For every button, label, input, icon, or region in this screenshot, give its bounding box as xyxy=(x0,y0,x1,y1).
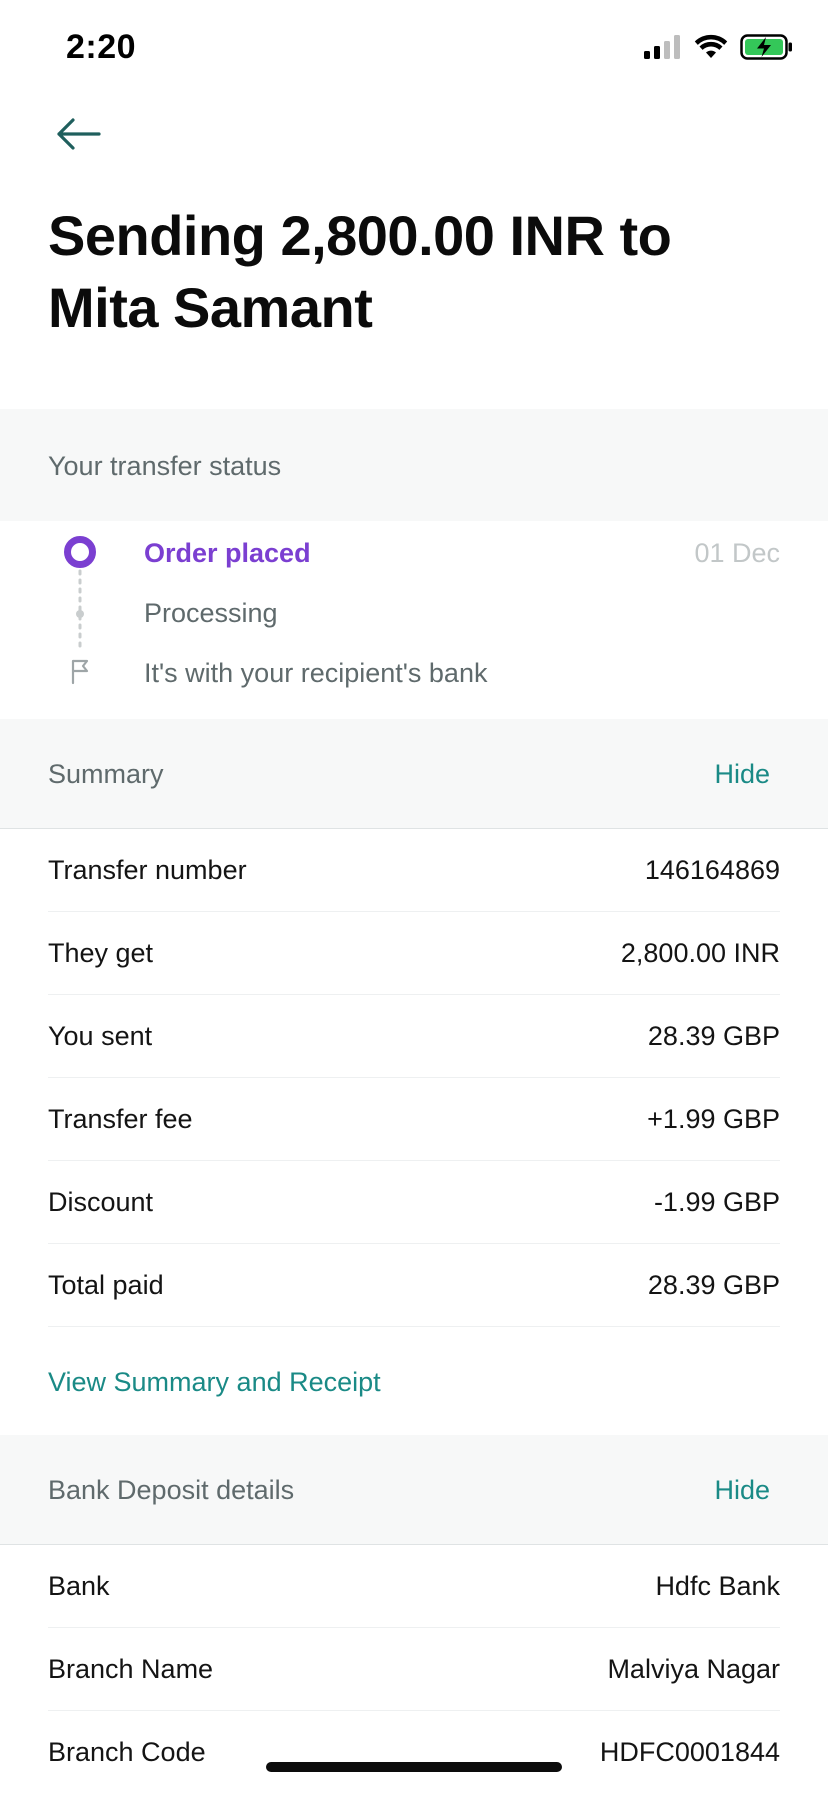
wifi-icon xyxy=(694,34,728,65)
page-title: Sending 2,800.00 INR to Mita Samant xyxy=(48,204,672,339)
row-value: +1.99 GBP xyxy=(647,1103,780,1134)
timeline-track xyxy=(64,536,96,685)
timeline-step-processing: Processing xyxy=(144,598,278,628)
transfer-status-header: Your transfer status xyxy=(0,409,828,521)
row-label: You sent xyxy=(48,1020,153,1051)
status-bar: 2:20 xyxy=(0,0,828,100)
row-value: Malviya Nagar xyxy=(607,1653,780,1684)
summary-row-transfer-fee: Transfer fee +1.99 GBP xyxy=(48,1078,780,1161)
row-label: Branch Name xyxy=(48,1653,214,1684)
summary-label: Summary xyxy=(48,759,164,789)
bank-row-branch-name: Branch Name Malviya Nagar xyxy=(48,1628,780,1711)
bank-row-branch-code: Branch Code HDFC0001844 xyxy=(48,1711,780,1794)
flag-icon xyxy=(71,659,89,685)
row-label: Transfer fee xyxy=(48,1103,193,1134)
signal-icon xyxy=(642,35,682,64)
battery-charging-icon xyxy=(740,34,794,65)
row-label: Total paid xyxy=(48,1269,164,1300)
row-value: 28.39 GBP xyxy=(647,1269,780,1300)
summary-row-total-paid: Total paid 28.39 GBP xyxy=(48,1244,780,1327)
row-label: Discount xyxy=(48,1186,154,1217)
row-value: -1.99 GBP xyxy=(653,1186,780,1217)
home-indicator[interactable] xyxy=(266,1762,562,1772)
status-time: 2:20 xyxy=(66,28,137,66)
bank-deposit-rows: Bank Hdfc Bank Branch Name Malviya Nagar… xyxy=(48,1545,780,1794)
summary-row-transfer-number: Transfer number 146164869 xyxy=(48,829,780,912)
timeline-step-recipient-bank: It's with your recipient's bank xyxy=(144,658,488,688)
summary-row-they-get: They get 2,800.00 INR xyxy=(48,912,780,995)
row-value: 146164869 xyxy=(644,854,780,885)
transfer-status-label: Your transfer status xyxy=(48,451,282,481)
timeline-pending-dot xyxy=(76,610,84,618)
row-label: They get xyxy=(48,937,154,968)
transfer-status-timeline: Order placed 01 Dec Processing It's with… xyxy=(0,521,828,719)
summary-rows: Transfer number 146164869 They get 2,800… xyxy=(48,829,780,1327)
bank-row-bank: Bank Hdfc Bank xyxy=(48,1545,780,1628)
back-button[interactable] xyxy=(52,112,104,160)
timeline-step-order-placed: Order placed xyxy=(144,538,311,568)
row-value: 2,800.00 INR xyxy=(620,937,780,968)
arrow-left-icon xyxy=(55,117,101,156)
row-value: 28.39 GBP xyxy=(647,1020,780,1051)
summary-hide-button[interactable]: Hide xyxy=(714,759,770,790)
bank-deposit-label: Bank Deposit details xyxy=(48,1475,295,1505)
row-value: HDFC0001844 xyxy=(599,1737,780,1767)
row-value: Hdfc Bank xyxy=(655,1570,780,1601)
bank-deposit-header: Bank Deposit details Hide xyxy=(0,1435,828,1545)
view-summary-receipt-link[interactable]: View Summary and Receipt xyxy=(48,1367,381,1398)
summary-header: Summary Hide xyxy=(0,719,828,829)
row-label: Bank xyxy=(48,1570,110,1601)
row-label: Transfer number xyxy=(48,854,247,885)
timeline-step-date: 01 Dec xyxy=(694,538,780,568)
summary-row-discount: Discount -1.99 GBP xyxy=(48,1161,780,1244)
row-label: Branch Code xyxy=(48,1737,206,1767)
summary-row-you-sent: You sent 28.39 GBP xyxy=(48,995,780,1078)
timeline-active-dot xyxy=(64,536,96,568)
status-icons xyxy=(642,34,794,65)
bank-deposit-hide-button[interactable]: Hide xyxy=(714,1475,770,1506)
